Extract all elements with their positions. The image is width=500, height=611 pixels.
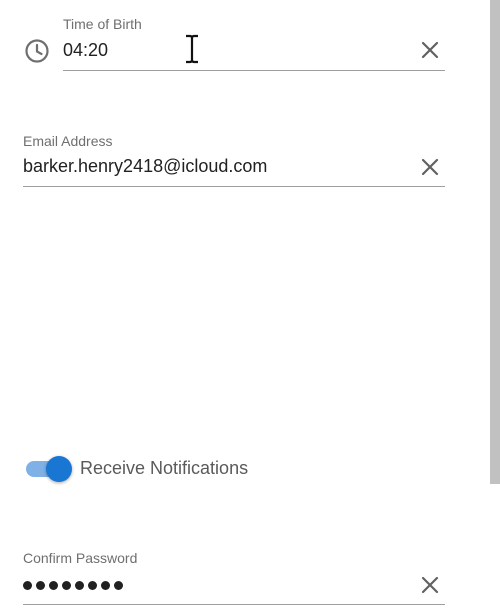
clear-time-button[interactable] xyxy=(418,38,442,62)
confirm-password-underline xyxy=(23,604,445,605)
time-of-birth-input[interactable]: 04:20 xyxy=(63,40,108,61)
email-underline xyxy=(23,186,445,187)
form-page: Time of Birth 04:20 Email Address barker… xyxy=(0,0,500,611)
confirm-password-input[interactable] xyxy=(23,577,123,593)
clear-email-button[interactable] xyxy=(418,155,442,179)
notifications-label[interactable]: Receive Notifications xyxy=(80,458,248,479)
password-dot xyxy=(101,580,110,590)
toggle-thumb xyxy=(46,456,72,482)
text-cursor-icon xyxy=(186,34,198,64)
email-input[interactable]: barker.henry2418@icloud.com xyxy=(23,156,267,177)
clear-password-button[interactable] xyxy=(418,573,442,597)
password-dot xyxy=(49,580,58,590)
password-dot xyxy=(88,580,97,590)
email-label: Email Address xyxy=(23,133,113,149)
time-of-birth-label: Time of Birth xyxy=(63,16,142,32)
password-dot xyxy=(23,580,32,590)
time-of-birth-underline xyxy=(63,70,445,71)
notifications-toggle[interactable] xyxy=(24,455,74,483)
password-dot xyxy=(62,580,71,590)
password-dot xyxy=(75,580,84,590)
confirm-password-label: Confirm Password xyxy=(23,550,138,566)
password-dot xyxy=(114,580,123,590)
scrollbar[interactable] xyxy=(490,0,500,484)
password-dot xyxy=(36,580,45,590)
clock-icon xyxy=(25,39,49,63)
